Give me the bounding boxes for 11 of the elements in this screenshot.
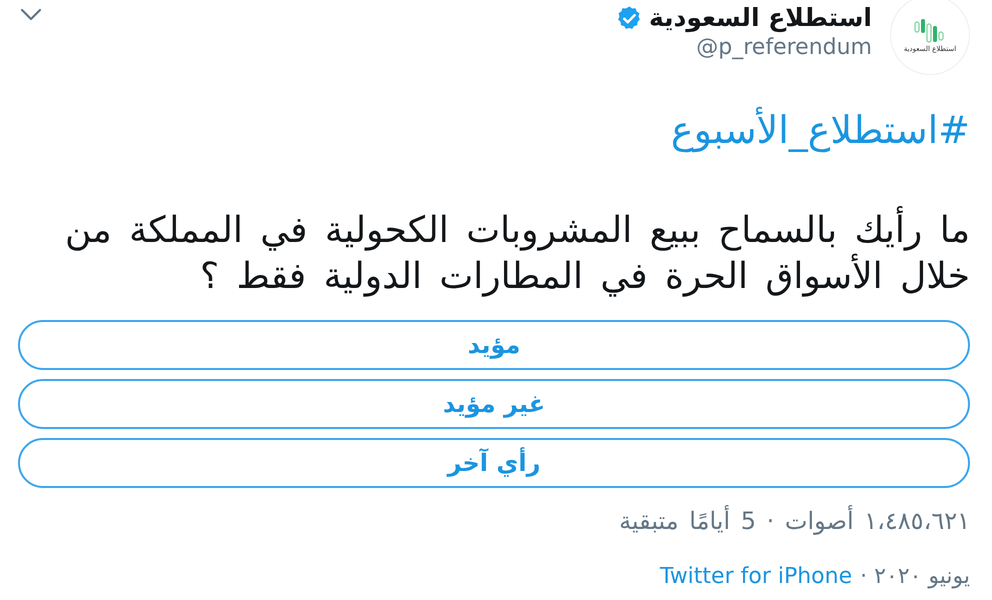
poll-option[interactable]: مؤيد: [18, 320, 970, 370]
caret-icon[interactable]: [20, 8, 42, 22]
poll-option[interactable]: غير مؤيد: [18, 379, 970, 429]
poll-summary: ١،٤٨٥،٦٢١ أصوات · 5 أيامًا متبقية: [619, 506, 970, 536]
poll-option[interactable]: رأي آخر: [18, 438, 970, 488]
hashtag-link[interactable]: #استطلاع_الأسبوع: [670, 107, 970, 153]
display-name[interactable]: استطلاع السعودية: [648, 2, 872, 34]
timestamp[interactable]: يونيو ٢٠٢٠ ·: [860, 562, 970, 592]
source-link[interactable]: Twitter for iPhone: [660, 562, 852, 592]
user-handle[interactable]: @p_referendum: [696, 34, 872, 62]
tweet-text: ما رأيك بالسماح ببيع المشروبات الكحولية في المملكة من خلال الأسواق الحرة في المطارات الدولية فقط ؟: [22, 208, 970, 300]
